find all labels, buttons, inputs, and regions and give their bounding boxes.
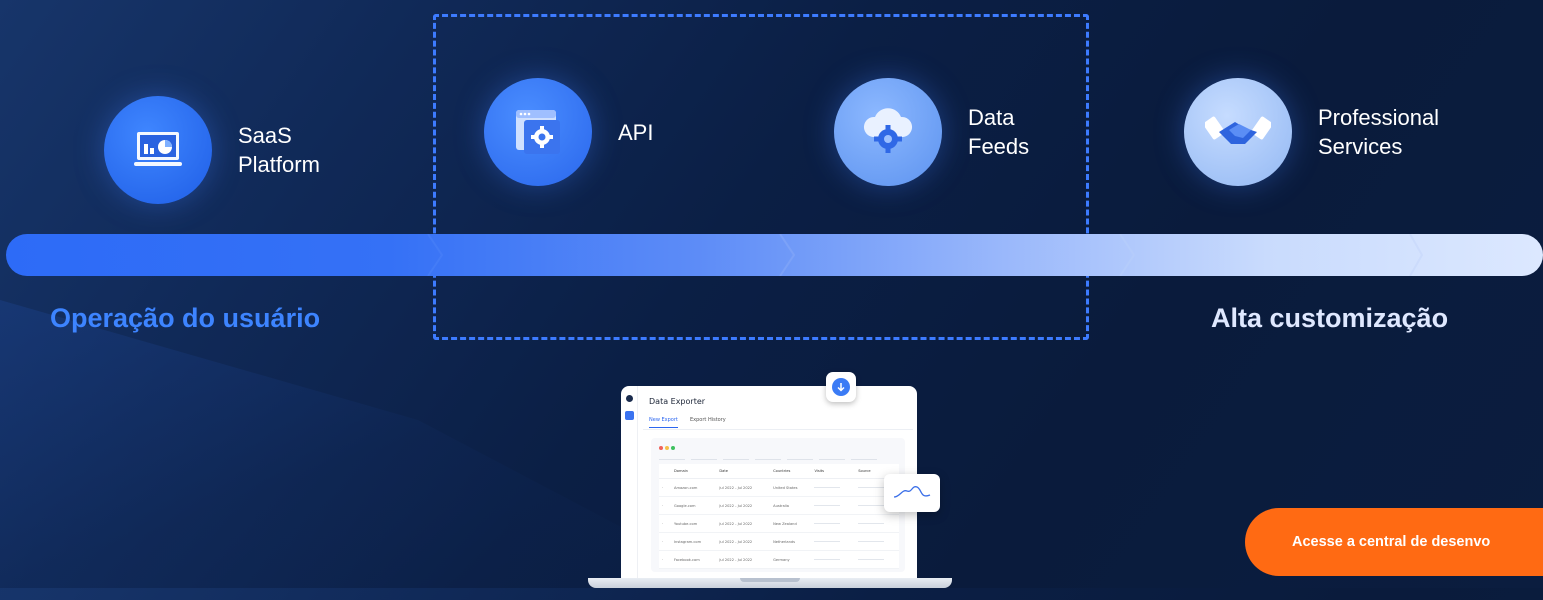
column-header: Visits — [811, 464, 856, 479]
placeholder-bar — [819, 459, 845, 460]
tab-new-export: New Export — [649, 417, 678, 428]
export-table: Domain Date Countries Visits Source · Am… — [659, 464, 899, 569]
placeholder-bar — [691, 459, 717, 460]
table-row: · Google.com Jul 2022 - Jul 2022 Austral… — [659, 496, 899, 515]
placeholder-bar — [723, 459, 749, 460]
trend-line-icon — [884, 474, 940, 512]
window-gear-icon — [484, 78, 592, 186]
table-row: · Amazon.com Jul 2022 - Jul 2022 United … — [659, 478, 899, 497]
node-saas-platform[interactable]: SaaS Platform — [104, 96, 320, 204]
node-api[interactable]: API — [484, 78, 653, 186]
node-label: API — [618, 119, 654, 145]
logo-icon — [626, 395, 633, 402]
table-row: · Instagram.com Jul 2022 - Jul 2022 Neth… — [659, 532, 899, 551]
dashboard-icon — [104, 96, 212, 204]
window-dot-red — [659, 446, 663, 450]
app-sidebar — [621, 386, 638, 580]
handshake-icon — [1184, 78, 1292, 186]
table-header-row: Domain Date Countries Visits Source — [659, 464, 899, 479]
laptop-notch — [740, 578, 800, 582]
node-label: SaaS Platform — [238, 123, 320, 177]
window-dot-green — [671, 446, 675, 450]
table-row: · Youtube.com Jul 2022 - Jul 2022 New Ze… — [659, 514, 899, 533]
table-row: · Facebook.com Jul 2022 - Jul 2022 Germa… — [659, 550, 899, 569]
column-header: Domain — [671, 464, 717, 479]
download-badge — [826, 372, 856, 402]
chevron-right-icon — [1119, 234, 1136, 276]
scale-right-label: Alta customização — [1211, 303, 1449, 333]
data-exporter-mockup: Data Exporter New Export Export History … — [621, 386, 917, 580]
placeholder-bar — [755, 459, 781, 460]
column-header: Countries — [770, 464, 812, 479]
sidebar-button — [625, 411, 634, 420]
node-label: Professional Services — [1318, 105, 1440, 159]
export-panel: Domain Date Countries Visits Source · Am… — [651, 438, 905, 572]
node-data-feeds[interactable]: Data Feeds — [834, 78, 1029, 186]
placeholder-bar — [851, 459, 877, 460]
tab-export-history: Export History — [690, 417, 726, 423]
developer-center-button[interactable]: Acesse a central de desenvo — [1245, 508, 1543, 576]
app-title: Data Exporter — [649, 397, 706, 406]
column-header: Date — [716, 464, 771, 479]
node-professional-services[interactable]: Professional Services — [1184, 78, 1439, 186]
node-label: Data Feeds — [968, 105, 1030, 159]
chevron-right-icon — [1409, 234, 1424, 276]
cloud-gear-icon — [834, 78, 942, 186]
chevron-right-icon — [427, 234, 444, 276]
download-arrow-icon — [832, 378, 850, 396]
chevron-right-icon — [779, 234, 796, 276]
scale-left-label: Operação do usuário — [50, 303, 321, 333]
customization-scale-track — [6, 234, 1543, 276]
placeholder-bar — [787, 459, 813, 460]
placeholder-bar — [659, 459, 685, 460]
window-dot-yellow — [665, 446, 669, 450]
tab-divider — [643, 429, 913, 430]
